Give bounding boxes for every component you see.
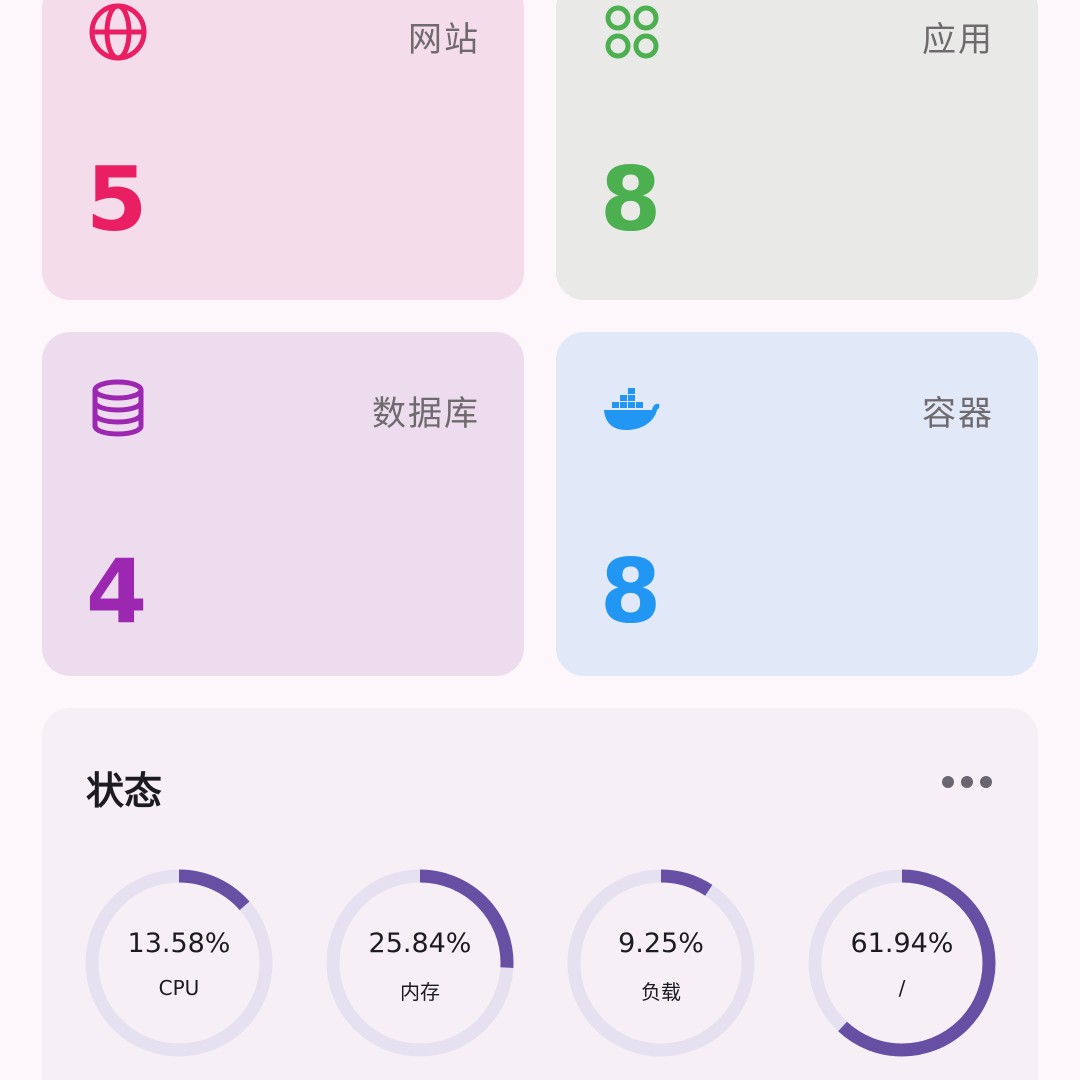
load-label: 负载: [641, 980, 681, 1004]
dashboard-page: 网站 5 应用 8 数据库 4 容器 8 状态 13.58% CPU 25.84…: [0, 0, 1080, 1080]
memory-value: 25.84%: [368, 928, 472, 959]
disk-gauge[interactable]: 61.94% /: [807, 868, 997, 1058]
containers-count: 8: [600, 540, 662, 643]
apps-card[interactable]: 应用 8: [556, 0, 1038, 300]
memory-label: 内存: [400, 980, 440, 1004]
gauge-track: [567, 869, 755, 1057]
databases-card[interactable]: 数据库 4: [42, 332, 524, 676]
docker-icon: [602, 378, 662, 438]
containers-card[interactable]: 容器 8: [556, 332, 1038, 676]
websites-count: 5: [86, 148, 148, 251]
memory-gauge[interactable]: 25.84% 内存: [325, 868, 515, 1058]
load-value: 9.25%: [618, 928, 704, 959]
apps-label: 应用: [922, 20, 994, 60]
more-options-button[interactable]: [942, 768, 992, 796]
disk-value: 61.94%: [850, 928, 954, 959]
database-icon: [88, 378, 148, 438]
cpu-gauge[interactable]: 13.58% CPU: [84, 868, 274, 1058]
cpu-label: CPU: [158, 976, 200, 1000]
databases-count: 4: [86, 540, 148, 643]
disk-label: /: [898, 976, 906, 1000]
websites-label: 网站: [408, 20, 480, 60]
containers-label: 容器: [922, 394, 994, 434]
apps-count: 8: [600, 148, 662, 251]
databases-label: 数据库: [372, 394, 480, 434]
status-panel: 状态 13.58% CPU 25.84% 内存 9.25% 负载 61.94% …: [42, 708, 1038, 1080]
websites-card[interactable]: 网站 5: [42, 0, 524, 300]
load-gauge[interactable]: 9.25% 负载: [566, 868, 756, 1058]
apps-grid-icon: [602, 2, 662, 62]
more-horizontal-icon: [942, 776, 954, 788]
status-title: 状态: [86, 769, 163, 813]
cpu-value: 13.58%: [127, 928, 231, 959]
globe-icon: [88, 2, 148, 62]
